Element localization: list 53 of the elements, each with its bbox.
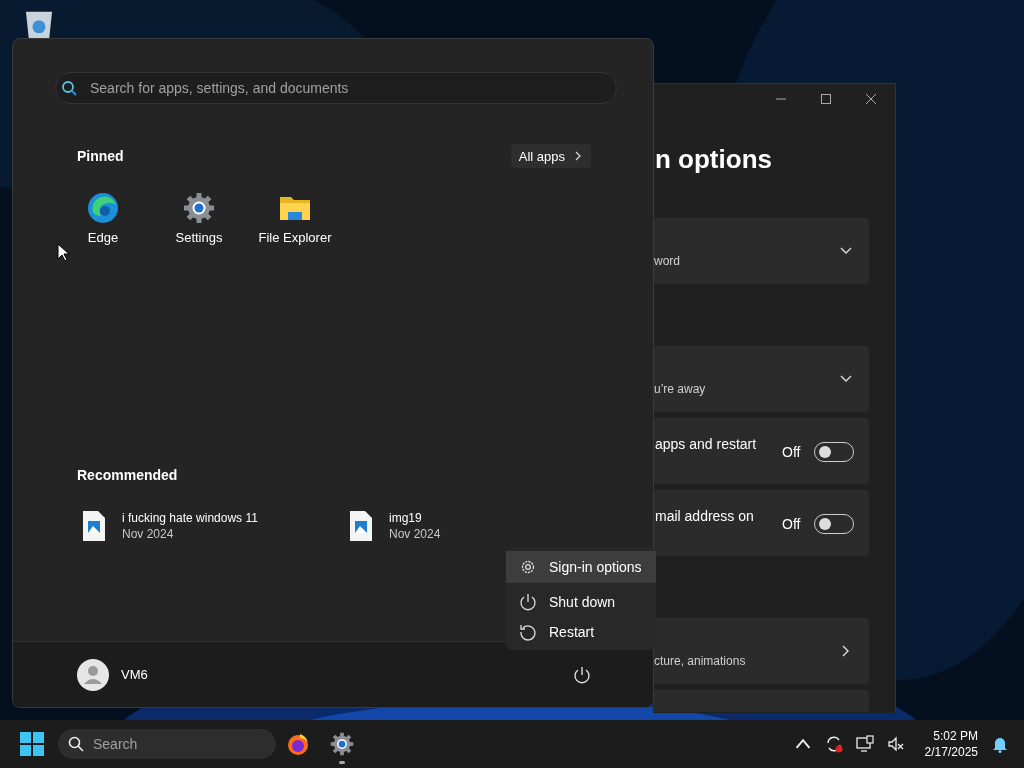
settings-icon[interactable] (330, 732, 354, 756)
sync-icon[interactable] (824, 735, 843, 753)
toggle-state: Off (782, 516, 801, 532)
toggle-state: Off (782, 444, 801, 460)
menu-item[interactable]: Sign-in options (506, 551, 656, 583)
browser-icon[interactable] (286, 732, 310, 756)
file-date: Nov 2024 (389, 527, 441, 541)
setting-label: mail address on (655, 508, 754, 524)
section-heading: Pinned (77, 148, 124, 164)
start-icon[interactable] (20, 732, 44, 756)
power-icon (519, 593, 537, 611)
pinned-app[interactable]: Settings (151, 192, 247, 245)
all-apps-button[interactable]: All apps (510, 144, 591, 168)
chevron-down-icon (840, 375, 852, 383)
file-name[interactable]: img19 (389, 511, 441, 525)
chevron-down-icon (840, 247, 852, 255)
pinned-app[interactable]: Edge (55, 192, 151, 245)
section-heading: Recommended (77, 467, 179, 483)
notification-bell-icon[interactable] (992, 735, 1008, 753)
file-name[interactable]: i fucking hate windows 11 (122, 511, 258, 525)
card-subtitle: word (654, 254, 680, 268)
pinned-app[interactable]: File Explorer (247, 192, 343, 245)
search-icon (61, 80, 77, 96)
card-subtitle: u’re away (654, 382, 706, 396)
menu-item[interactable]: Restart (506, 617, 656, 647)
muted-speaker-icon[interactable] (886, 735, 905, 753)
network-icon[interactable] (855, 735, 874, 753)
restart-icon (519, 623, 537, 641)
image-file-icon (83, 511, 105, 541)
clock-date[interactable]: 2/17/2025 (924, 745, 978, 759)
user-name[interactable]: VM6 (121, 667, 148, 682)
setting-label: apps and restart (655, 436, 757, 452)
card-subtitle: cture, animations (654, 654, 746, 668)
settings-card[interactable]: u’re away (653, 346, 869, 412)
clock-time[interactable]: 5:02 PM (933, 729, 978, 743)
search-field[interactable]: Search for apps, settings, and documents (55, 72, 617, 104)
taskbar-search-field[interactable]: Search (58, 729, 276, 759)
search-icon (68, 736, 84, 752)
maximize-icon[interactable] (821, 94, 831, 104)
browser-icon (87, 192, 119, 224)
file-date: Nov 2024 (122, 527, 175, 541)
chevron-right-icon (575, 151, 581, 161)
power-icon[interactable] (573, 665, 591, 684)
settings-card[interactable]: word (653, 218, 869, 284)
mouse-pointer-icon (57, 243, 69, 262)
menu-item[interactable]: Shut down (506, 587, 656, 617)
chevron-right-icon (842, 645, 850, 657)
image-file-icon (350, 511, 372, 541)
user-avatar-icon[interactable] (77, 658, 109, 691)
gear-icon (183, 192, 215, 224)
page-title: n options (655, 144, 773, 176)
close-icon[interactable] (866, 94, 876, 104)
settings-card[interactable]: cture, animations (653, 618, 869, 684)
